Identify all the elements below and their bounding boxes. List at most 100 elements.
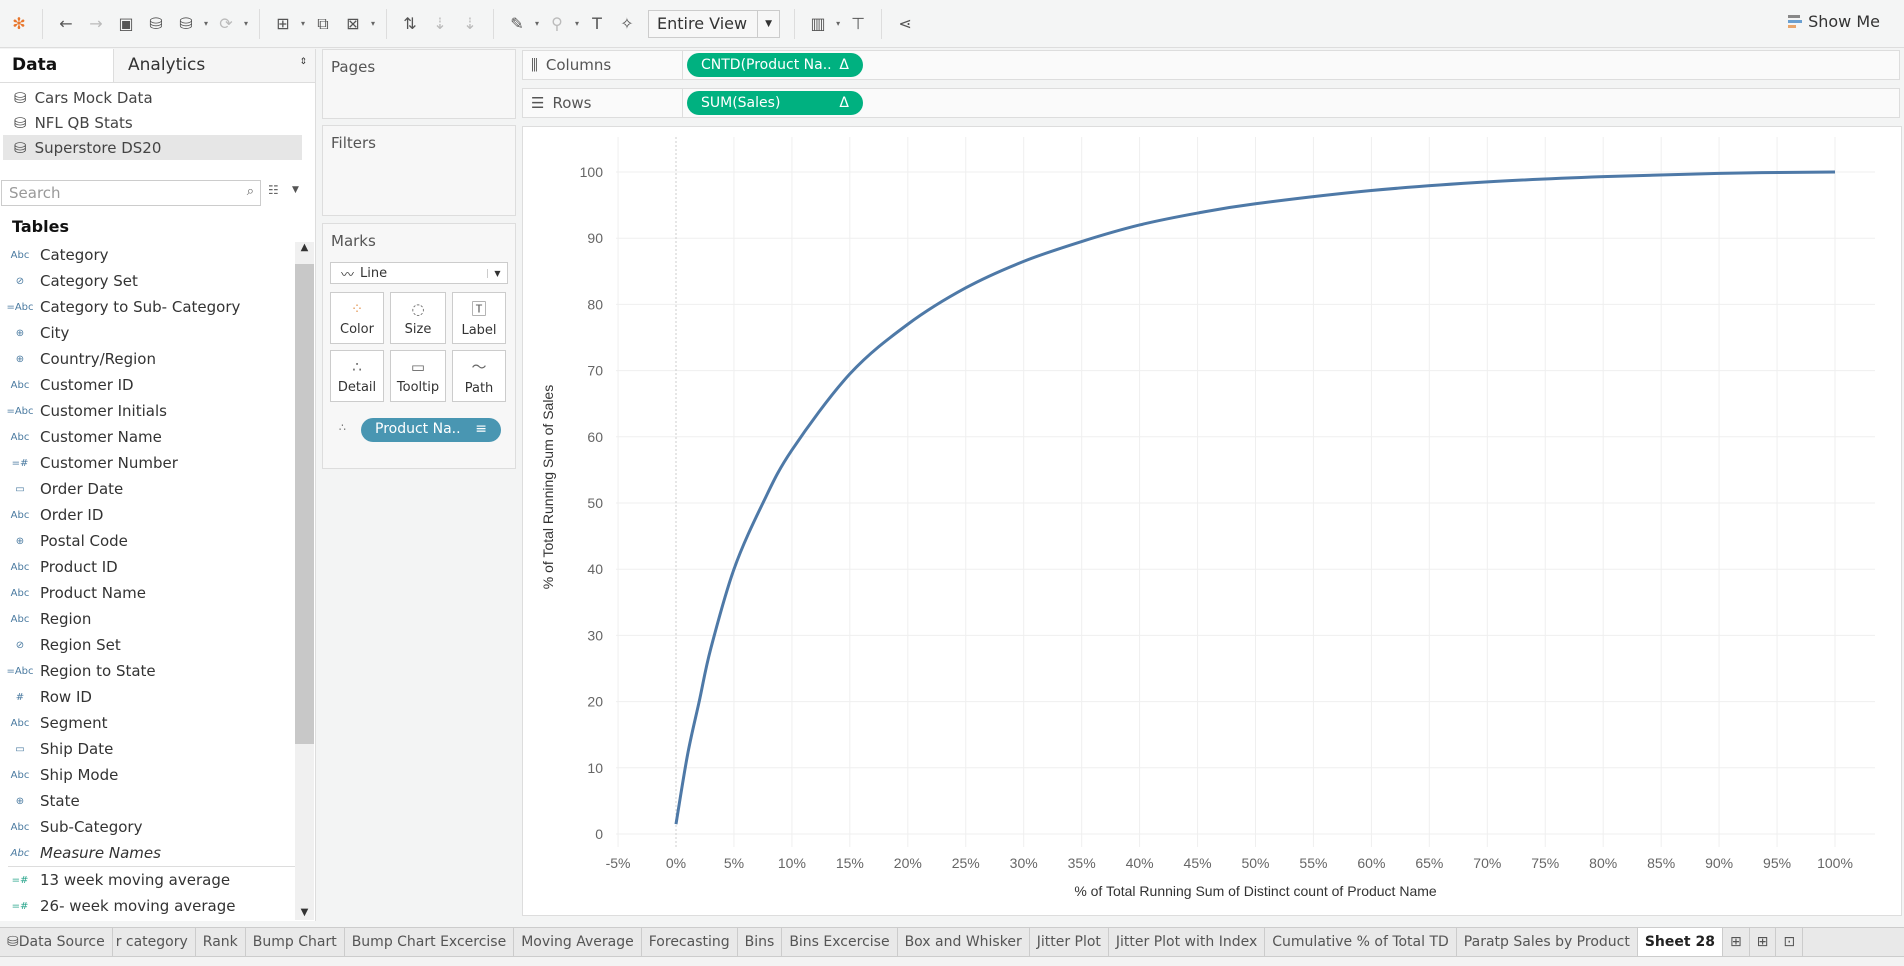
- field-item[interactable]: ⊕ State: [0, 788, 295, 814]
- sheet-tab[interactable]: Box and Whisker: [898, 928, 1030, 956]
- sheet-tab[interactable]: Moving Average: [514, 928, 642, 956]
- filters-card[interactable]: Filters: [322, 125, 516, 216]
- show-cards-icon[interactable]: ▥: [803, 9, 833, 39]
- size-button[interactable]: ◌ Size: [390, 292, 446, 344]
- line-chart[interactable]: 0 10 20 30 40 50 60 70 80 90 100 -5% 0% 5% 10% 15% 20% 25…: [523, 127, 1903, 917]
- rows-shelf[interactable]: ☰ Rows SUM(Sales) Δ: [522, 88, 1900, 118]
- sheet-tab[interactable]: Jitter Plot with Index: [1109, 928, 1266, 956]
- field-item[interactable]: ⊕ Postal Code: [0, 528, 295, 554]
- columns-shelf[interactable]: ⫼ Columns CNTD(Product Na.. Δ: [522, 50, 1900, 80]
- scroll-down-icon[interactable]: ▼: [295, 907, 314, 918]
- calculated-number-icon: =#: [11, 874, 29, 886]
- field-item[interactable]: =Abc Customer Initials: [0, 398, 295, 424]
- sheet-tab-label: Bump Chart Excercise: [351, 934, 507, 950]
- sheet-tab[interactable]: Paratp Sales by Product: [1457, 928, 1638, 956]
- field-item[interactable]: Abc Category: [0, 242, 295, 268]
- tableau-logo-icon[interactable]: ✻: [4, 9, 34, 39]
- sheet-tab[interactable]: Bump Chart Excercise: [345, 928, 515, 956]
- field-item[interactable]: Abc Product Name: [0, 580, 295, 606]
- clear-sheet-icon[interactable]: ⊠: [338, 9, 368, 39]
- new-dashboard-icon[interactable]: ⊞: [1750, 928, 1777, 956]
- label-button[interactable]: 🅃 Label: [452, 292, 506, 344]
- pause-updates-icon[interactable]: ⛁: [171, 9, 201, 39]
- duplicate-sheet-icon[interactable]: ⧉: [308, 9, 338, 39]
- field-item[interactable]: ▭ Order Date: [0, 476, 295, 502]
- sheet-tab[interactable]: Bins: [738, 928, 783, 956]
- undo-icon[interactable]: ←: [51, 9, 81, 39]
- refresh-icon[interactable]: ⟳: [211, 9, 241, 39]
- field-item[interactable]: =# 26- week moving average: [0, 893, 295, 919]
- calculated-number-icon: =#: [11, 457, 29, 469]
- datasource-item[interactable]: ⛁ NFL QB Stats: [0, 110, 315, 135]
- rows-pill[interactable]: SUM(Sales) Δ: [687, 91, 863, 115]
- field-item[interactable]: Abc Customer ID: [0, 372, 295, 398]
- scrollbar-thumb[interactable]: [295, 264, 314, 744]
- group-icon[interactable]: ⚲: [542, 9, 572, 39]
- field-item[interactable]: ⊕ Country/Region: [0, 346, 295, 372]
- sheet-tab[interactable]: Forecasting: [642, 928, 738, 956]
- field-item[interactable]: =Abc Region to State: [0, 658, 295, 684]
- field-item[interactable]: Abc Segment: [0, 710, 295, 736]
- search-input[interactable]: Search ⌕: [1, 180, 261, 206]
- product-name-detail-pill[interactable]: Product Na.. ≡: [361, 418, 501, 442]
- list-view-icon[interactable]: ☷: [268, 183, 279, 197]
- pages-card[interactable]: Pages: [322, 49, 516, 119]
- swap-icon[interactable]: ⇅: [395, 9, 425, 39]
- field-item[interactable]: Abc Product ID: [0, 554, 295, 580]
- pin-icon[interactable]: ✧: [612, 9, 642, 39]
- field-item[interactable]: ⊘ Region Set: [0, 632, 295, 658]
- field-item[interactable]: ⊕ City: [0, 320, 295, 346]
- highlight-icon[interactable]: ✎: [502, 9, 532, 39]
- tooltip-button[interactable]: ▭ Tooltip: [390, 350, 446, 402]
- field-item[interactable]: ⊘ Category Set: [0, 268, 295, 294]
- sheet-tab[interactable]: r category: [113, 928, 196, 956]
- sheet-tab[interactable]: Jitter Plot: [1030, 928, 1109, 956]
- share-icon[interactable]: ⋖: [890, 9, 920, 39]
- redo-icon[interactable]: →: [81, 9, 111, 39]
- scrollbar[interactable]: ▲ ▼: [295, 242, 314, 920]
- toolbar: ✻ ← → ▣ ⛁ ⛁ ▾ ⟳ ▾ ⊞ ▾ ⧉ ⊠ ▾ ⇅ ⇣ ⇣ ✎ ▾ ⚲ ▾ T ✧ …: [0, 0, 1904, 48]
- tab-analytics[interactable]: Analytics ⇕: [113, 49, 315, 82]
- sheet-tab[interactable]: Bins Excercise: [782, 928, 898, 956]
- detail-button[interactable]: ∴ Detail: [330, 350, 384, 402]
- field-item[interactable]: =# Customer Number: [0, 450, 295, 476]
- sheet-tab[interactable]: Sheet 28: [1637, 928, 1723, 956]
- new-datasource-icon[interactable]: ⛁: [141, 9, 171, 39]
- field-item[interactable]: =Abc Category to Sub- Category: [0, 294, 295, 320]
- sort-ascending-icon[interactable]: ⇣: [425, 9, 455, 39]
- save-icon[interactable]: ▣: [111, 9, 141, 39]
- field-item[interactable]: # Row ID: [0, 684, 295, 710]
- field-item[interactable]: ▭ Ship Date: [0, 736, 295, 762]
- sheet-tab[interactable]: Cumulative % of Total TD: [1265, 928, 1457, 956]
- mark-type-dropdown[interactable]: 〰 Line ▼: [330, 262, 508, 284]
- labels-icon[interactable]: T: [582, 9, 612, 39]
- field-item[interactable]: Abc Region: [0, 606, 295, 632]
- scroll-up-icon[interactable]: ▲: [295, 242, 314, 253]
- tab-data-source[interactable]: ⛁ Data Source: [0, 928, 113, 956]
- presentation-mode-icon[interactable]: ⊤: [843, 9, 873, 39]
- field-item[interactable]: =# 13 week moving average: [0, 867, 295, 893]
- new-worksheet-icon[interactable]: ⊞: [1723, 928, 1750, 956]
- field-item[interactable]: Abc Sub-Category: [0, 814, 295, 840]
- sheet-tab[interactable]: Rank: [196, 928, 246, 956]
- sheet-tab[interactable]: Bump Chart: [246, 928, 345, 956]
- chevron-down-icon[interactable]: ▼: [292, 185, 299, 195]
- field-item[interactable]: Abc Order ID: [0, 502, 295, 528]
- path-button[interactable]: 〜 Path: [452, 350, 506, 402]
- new-story-icon[interactable]: ⊡: [1776, 928, 1804, 956]
- show-me-button[interactable]: Show Me: [1788, 12, 1880, 31]
- viz-canvas[interactable]: 0 10 20 30 40 50 60 70 80 90 100 -5% 0% 5% 10% 15% 20% 25…: [522, 126, 1902, 916]
- field-item[interactable]: Abc Ship Mode: [0, 762, 295, 788]
- color-button[interactable]: ⁘ Color: [330, 292, 384, 344]
- sort-descending-icon[interactable]: ⇣: [455, 9, 485, 39]
- set-icon: ⊘: [15, 275, 25, 287]
- fit-dropdown[interactable]: Entire View ▼: [648, 9, 781, 38]
- table-calc-delta-icon: Δ: [839, 57, 849, 73]
- datasource-item[interactable]: ⛁ Cars Mock Data: [0, 85, 315, 110]
- field-item[interactable]: Abc Customer Name: [0, 424, 295, 450]
- columns-pill[interactable]: CNTD(Product Na.. Δ: [687, 53, 863, 77]
- datasource-item-selected[interactable]: ⛁ Superstore DS20: [3, 135, 302, 160]
- new-worksheet-icon[interactable]: ⊞: [268, 9, 298, 39]
- tab-data[interactable]: Data: [0, 49, 113, 82]
- field-item[interactable]: Abc Measure Names: [0, 840, 295, 866]
